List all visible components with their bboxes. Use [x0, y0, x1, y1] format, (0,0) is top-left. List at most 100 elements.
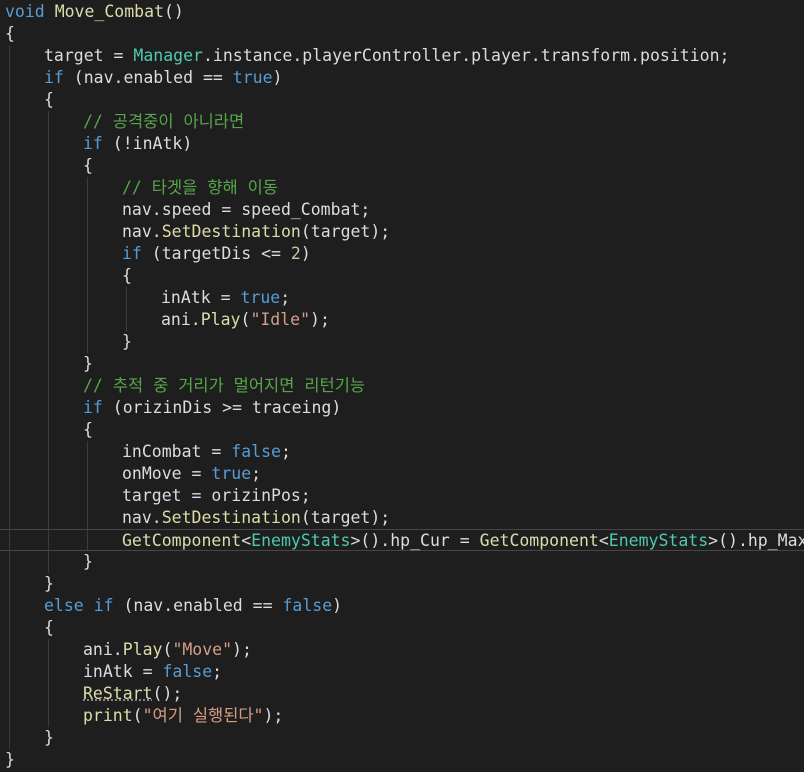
code-token: SetDestination: [161, 508, 301, 527]
code-token: >().hp_Max;: [708, 531, 804, 550]
code-line[interactable]: target = orizinPos;: [122, 485, 311, 507]
code-token: }: [122, 332, 132, 351]
code-line[interactable]: }: [122, 331, 132, 353]
code-line[interactable]: // 공격중이 아니라면: [83, 111, 244, 133]
code-token: ): [332, 596, 343, 615]
code-token: {: [44, 618, 54, 637]
code-token: ;: [280, 442, 291, 461]
code-token: ReStart: [83, 684, 153, 703]
code-line[interactable]: ani.Play("Move");: [83, 639, 252, 661]
code-line[interactable]: }: [83, 551, 93, 573]
code-line[interactable]: if (nav.enabled == true): [44, 67, 282, 89]
code-line[interactable]: nav.SetDestination(target);: [122, 507, 390, 529]
code-line[interactable]: GetComponent<EnemyStats>().hp_Cur = GetC…: [0, 529, 804, 551]
code-token: (nav.enabled ==: [63, 68, 233, 87]
code-token: if: [83, 398, 103, 417]
code-token: {: [83, 156, 93, 175]
code-token: target = orizinPos;: [122, 486, 311, 505]
indent-guide: [87, 177, 88, 353]
code-line[interactable]: // 타겟을 향해 이동: [122, 177, 278, 199]
code-token: else: [44, 596, 84, 615]
code-token: GetComponent: [122, 531, 242, 550]
code-token: print: [83, 706, 133, 725]
code-token: EnemyStats: [251, 531, 351, 550]
code-line[interactable]: inAtk = false;: [83, 661, 222, 683]
code-token: true: [211, 464, 252, 483]
code-line[interactable]: if (!inAtk): [83, 133, 192, 155]
code-line[interactable]: ani.Play("Idle");: [161, 309, 330, 331]
code-token: nav.speed = speed_Combat;: [122, 200, 371, 219]
code-token: (nav.enabled ==: [113, 596, 283, 615]
code-token: >().hp_Cur =: [350, 531, 480, 550]
code-line[interactable]: print("여기 실행된다");: [83, 705, 283, 727]
code-line[interactable]: // 추적 중 거리가 멀어지면 리턴기능: [83, 375, 365, 397]
code-line[interactable]: {: [122, 265, 132, 287]
code-token: SetDestination: [161, 222, 301, 241]
code-token: ): [300, 244, 311, 263]
code-token: EnemyStats: [608, 531, 709, 550]
code-line[interactable]: {: [83, 419, 93, 441]
code-token: }: [83, 354, 93, 373]
code-line[interactable]: }: [44, 573, 54, 595]
code-token: );: [310, 310, 330, 329]
code-token: // 추적 중 거리가 멀어지면 리턴기능: [83, 376, 366, 395]
code-token: "Idle": [250, 310, 311, 329]
code-token: ani.: [161, 310, 201, 329]
code-token: (target);: [300, 508, 391, 527]
code-line[interactable]: else if (nav.enabled == false): [44, 595, 342, 617]
code-editor[interactable]: void Move_Combat(){target = Manager.inst…: [0, 0, 804, 772]
code-token: void: [5, 2, 45, 21]
code-token: (!inAtk): [102, 134, 193, 153]
code-token: Play: [200, 310, 241, 329]
code-token: <: [598, 531, 609, 550]
code-line[interactable]: }: [83, 353, 93, 375]
code-token: ;: [212, 662, 223, 681]
code-line[interactable]: }: [44, 727, 54, 749]
indent-guide: [48, 639, 49, 727]
code-token: "Move": [172, 640, 233, 659]
code-token: (): [163, 2, 184, 21]
code-token: if: [44, 68, 64, 87]
code-line[interactable]: }: [5, 749, 15, 771]
code-token: {: [5, 24, 15, 43]
code-token: ;: [251, 464, 262, 483]
code-line[interactable]: {: [44, 617, 54, 639]
code-token: Move_Combat: [54, 2, 164, 21]
code-token: false: [231, 442, 281, 461]
indent-guide: [48, 111, 49, 573]
code-line[interactable]: if (orizinDis >= traceing): [83, 397, 341, 419]
code-token: ani.: [83, 640, 123, 659]
code-token: {: [122, 266, 132, 285]
code-line[interactable]: nav.SetDestination(target);: [122, 221, 390, 243]
code-line[interactable]: onMove = true;: [122, 463, 261, 485]
code-line[interactable]: nav.speed = speed_Combat;: [122, 199, 370, 221]
code-token: {: [44, 90, 54, 109]
code-token: 2: [290, 244, 301, 263]
code-token: inCombat =: [122, 442, 232, 461]
code-line[interactable]: inCombat = false;: [122, 441, 291, 463]
code-line[interactable]: {: [5, 23, 15, 45]
code-line[interactable]: ReStart();: [83, 683, 182, 705]
code-token: false: [162, 662, 213, 681]
code-line[interactable]: inAtk = true;: [161, 287, 290, 309]
code-token: GetComponent: [479, 531, 599, 550]
code-token: "여기 실행된다": [142, 706, 264, 725]
indent-guide: [9, 45, 10, 749]
code-line[interactable]: target = Manager.instance.playerControll…: [44, 45, 729, 67]
code-line[interactable]: {: [83, 155, 93, 177]
code-token: (orizinDis >= traceing): [102, 398, 342, 417]
code-token: {: [83, 420, 93, 439]
code-token: );: [263, 706, 284, 725]
code-line[interactable]: {: [44, 89, 54, 111]
code-line[interactable]: void Move_Combat(): [5, 1, 184, 23]
indent-guide: [126, 287, 127, 331]
code-token: (: [240, 310, 251, 329]
code-token: inAtk =: [161, 288, 241, 307]
code-token: true: [232, 68, 273, 87]
code-token: ;: [280, 288, 291, 307]
code-line[interactable]: if (targetDis <= 2): [122, 243, 311, 265]
code-token: Play: [122, 640, 163, 659]
code-token: <: [241, 531, 252, 550]
